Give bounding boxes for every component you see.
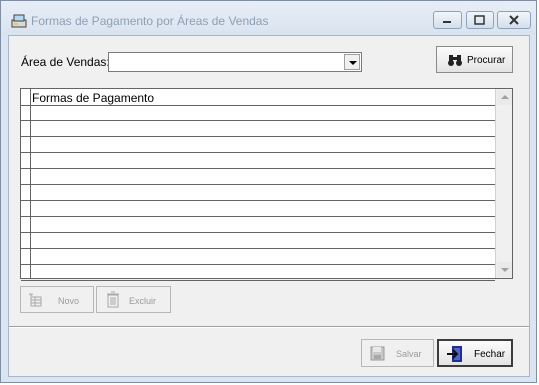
area-label: Área de Vendas: [21,55,110,69]
trash-icon [105,291,121,312]
table-row[interactable] [21,152,495,153]
area-select[interactable] [108,52,362,72]
new-record-icon [28,292,44,311]
close-button-label: Fechar [474,349,506,360]
separator [9,326,529,328]
search-button[interactable]: Procurar [436,46,513,73]
maximize-icon [474,15,485,25]
minimize-button[interactable] [433,11,462,29]
table-row[interactable] [21,200,495,201]
table-row[interactable] [21,232,495,233]
grid-header: Formas de Pagamento [21,89,495,106]
table-row[interactable] [21,248,495,249]
app-icon [11,13,27,29]
scroll-up-icon[interactable] [497,90,512,105]
new-button[interactable]: Novo [20,286,94,313]
exit-door-icon [446,345,468,366]
binoculars-icon [447,52,463,71]
table-row[interactable] [21,136,495,137]
form-body: Área de Vendas: Procurar Formas de Pagam… [8,35,530,377]
scroll-down-icon[interactable] [497,262,512,277]
save-button-label: Salvar [396,349,422,359]
table-row[interactable] [21,184,495,185]
close-button[interactable]: Fechar [437,339,513,367]
chevron-down-icon[interactable] [344,54,360,70]
new-button-label: Novo [58,296,80,306]
table-row[interactable] [21,168,495,169]
vertical-scrollbar[interactable] [495,89,512,278]
table-row[interactable] [21,264,495,265]
payment-methods-grid[interactable]: Formas de Pagamento [20,88,513,281]
search-button-label: Procurar [467,55,506,66]
window: Formas de Pagamento por Áreas de Vendas … [0,0,537,383]
title-bar: Formas de Pagamento por Áreas de Vendas [1,1,536,35]
minimize-icon [443,21,451,23]
save-button[interactable]: Salvar [361,339,434,367]
delete-button-label: Excluir [129,296,157,306]
table-row[interactable] [21,120,495,121]
table-row[interactable] [21,280,495,281]
maximize-button[interactable] [466,11,494,29]
delete-button[interactable]: Excluir [96,286,171,313]
close-icon [509,15,519,25]
floppy-disk-icon [370,346,385,364]
table-row[interactable] [21,216,495,217]
window-title: Formas de Pagamento por Áreas de Vendas [31,14,269,28]
close-window-button[interactable] [497,11,531,29]
column-header-payment-methods: Formas de Pagamento [32,91,155,105]
